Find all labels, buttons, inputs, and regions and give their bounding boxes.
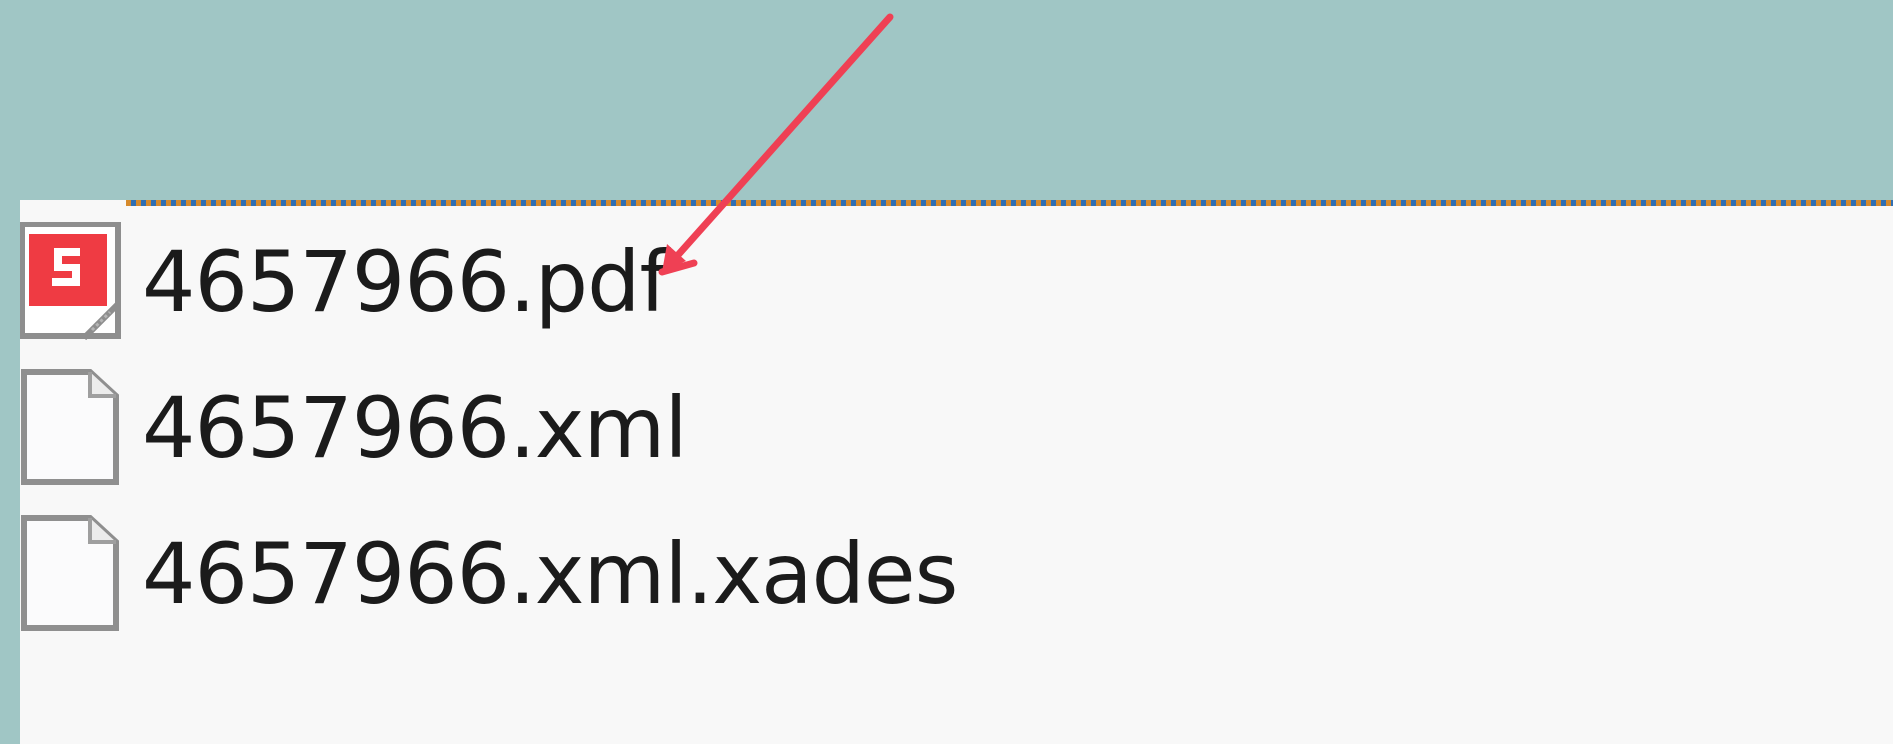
file-name-pdf: 4657966.pdf [142, 233, 669, 331]
file-row-pdf[interactable]: 4657966.pdf [20, 212, 1893, 358]
generic-file-icon [21, 515, 119, 631]
file-name-xades: 4657966.xml.xades [142, 525, 958, 623]
desktop-background [0, 0, 1893, 200]
file-list: 4657966.pdf 4657966.xml 4657966.xml.xade… [20, 212, 1893, 650]
file-row-xml[interactable]: 4657966.xml [20, 358, 1893, 504]
file-list-pane: 4657966.pdf 4657966.xml 4657966.xml.xade… [20, 200, 1893, 744]
pdf-file-icon [20, 222, 121, 340]
generic-file-icon [21, 369, 119, 485]
file-name-xml: 4657966.xml [142, 379, 688, 477]
focus-indicator [126, 200, 1893, 206]
file-row-xades[interactable]: 4657966.xml.xades [20, 504, 1893, 650]
